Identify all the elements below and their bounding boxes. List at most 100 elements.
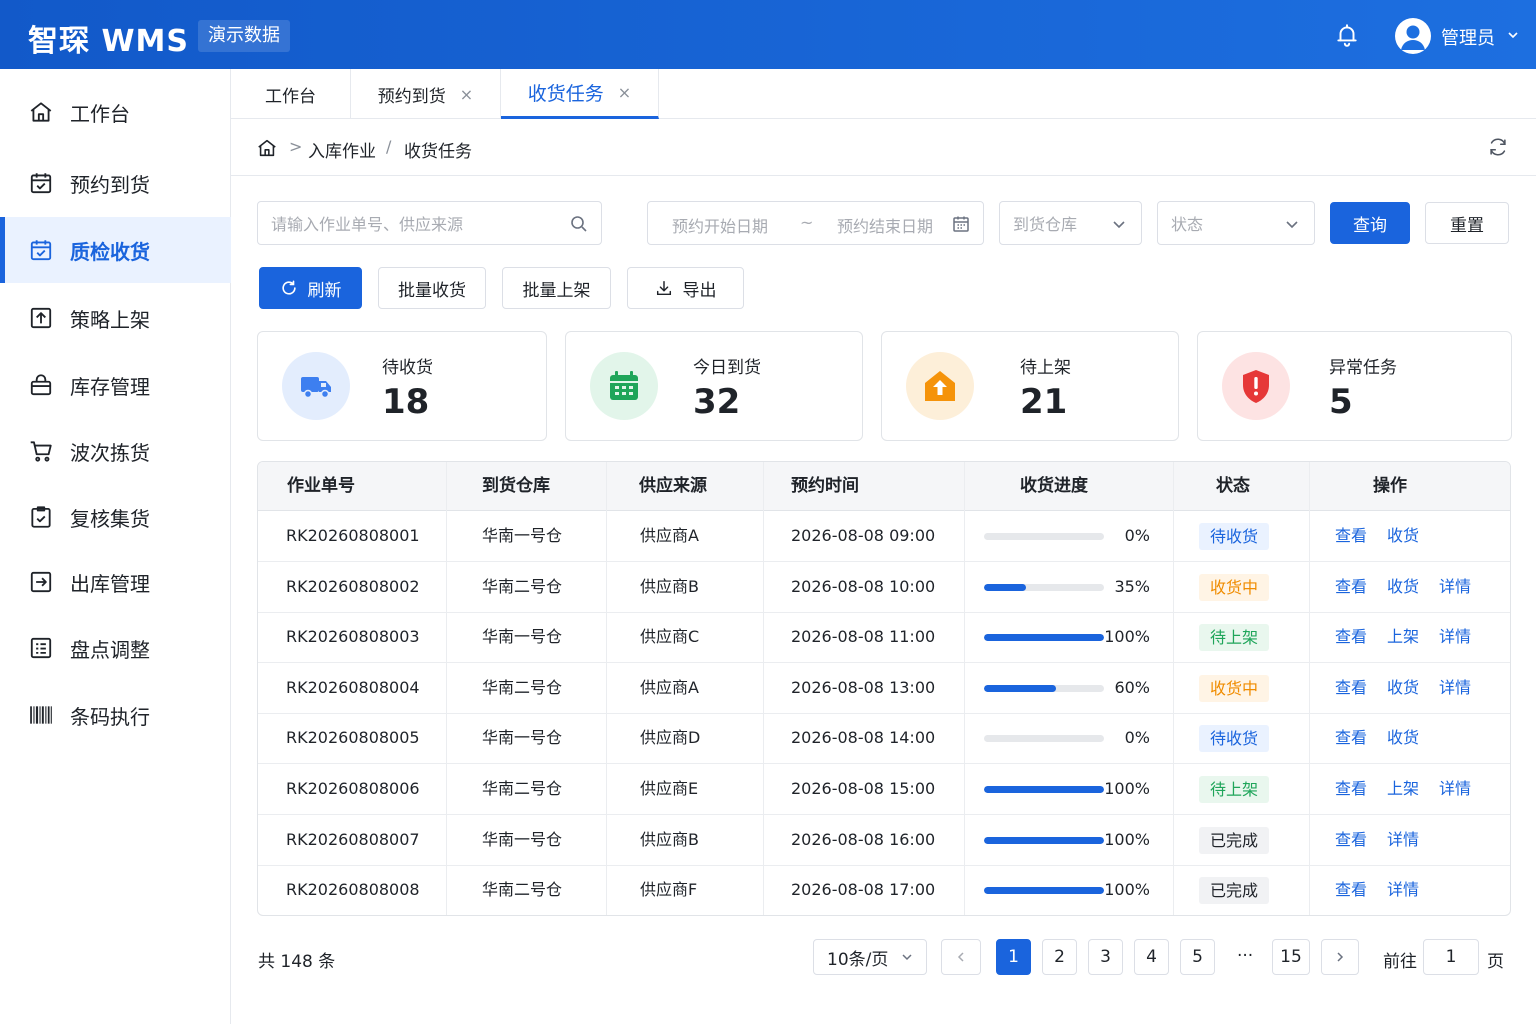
page-button-5[interactable]: 5 — [1180, 939, 1215, 975]
row-action-link[interactable]: 上架 — [1387, 612, 1419, 662]
stat-value: 5 — [1329, 382, 1353, 422]
page-button-3[interactable]: 3 — [1088, 939, 1123, 975]
tab-receiving-task[interactable]: 收货任务 × — [501, 69, 659, 119]
row-action-link[interactable]: 查看 — [1335, 562, 1367, 612]
page-button-4[interactable]: 4 — [1134, 939, 1169, 975]
brand-logo[interactable]: 智琛 WMS — [28, 16, 189, 60]
export-button[interactable]: 导出 — [627, 267, 744, 309]
row-action-link[interactable]: 查看 — [1335, 612, 1367, 662]
tab-appointment[interactable]: 预约到货 × — [351, 69, 501, 119]
page-ellipsis[interactable]: ··· — [1237, 946, 1253, 966]
row-action-link[interactable]: 收货 — [1387, 511, 1419, 561]
row-action-link[interactable]: 详情 — [1439, 764, 1471, 814]
page-size-select[interactable]: 10条/页 — [813, 939, 927, 975]
row-action-link[interactable]: 收货 — [1387, 663, 1419, 713]
column-header-warehouse[interactable]: 到货仓库 — [482, 462, 550, 511]
row-action-link[interactable]: 详情 — [1439, 663, 1471, 713]
status-badge: 待上架 — [1199, 624, 1270, 652]
row-action-link[interactable]: 收货 — [1387, 562, 1419, 612]
row-action-link[interactable]: 详情 — [1439, 562, 1471, 612]
tab-label: 预约到货 — [377, 86, 446, 107]
chevron-down-icon — [902, 954, 912, 961]
sidebar-item-outbound[interactable]: 出库管理 — [0, 549, 231, 615]
query-button[interactable]: 查询 — [1330, 202, 1410, 244]
user-name[interactable]: 管理员 — [1441, 24, 1495, 50]
close-icon[interactable]: × — [618, 83, 631, 102]
row-action-link[interactable]: 查看 — [1335, 713, 1367, 763]
column-header-status[interactable]: 状态 — [1216, 462, 1250, 511]
row-action-link[interactable]: 详情 — [1387, 865, 1419, 915]
tab-label: 工作台 — [265, 86, 316, 107]
column-header-order-no[interactable]: 作业单号 — [287, 462, 355, 511]
sidebar-item-stocktake[interactable]: 盘点调整 — [0, 615, 231, 681]
row-action-link[interactable]: 查看 — [1335, 511, 1367, 561]
sidebar-item-inventory[interactable]: 库存管理 — [0, 352, 231, 418]
row-action-link[interactable]: 查看 — [1335, 815, 1367, 865]
avatar[interactable] — [1395, 18, 1431, 54]
progress-percent: 100% — [1104, 829, 1150, 849]
batch-receive-button[interactable]: 批量收货 — [378, 267, 486, 309]
row-action-link[interactable]: 详情 — [1439, 612, 1471, 662]
prev-page-button[interactable] — [941, 939, 981, 975]
table-row[interactable]: RK20260808008 华南二号仓 供应商F 2026-08-08 17:00 10… — [258, 865, 1510, 915]
sidebar-item-putaway[interactable]: 策略上架 — [0, 285, 231, 351]
warehouse-select[interactable]: 到货仓库 — [999, 201, 1142, 245]
row-action-link[interactable]: 收货 — [1387, 713, 1419, 763]
table-row[interactable]: RK20260808007 华南一号仓 供应商B 2026-08-08 16:00 10… — [258, 815, 1510, 866]
chevron-down-icon[interactable] — [1506, 28, 1520, 42]
progress-bar — [984, 786, 1104, 793]
sidebar-item-workbench[interactable]: 工作台 — [0, 79, 231, 145]
cell-appointment-time: 2026-08-08 16:00 — [791, 829, 936, 849]
column-header-appointment-time[interactable]: 预约时间 — [791, 462, 859, 511]
table-row[interactable]: RK20260808005 华南一号仓 供应商D 2026-08-08 14:00 0%… — [258, 713, 1510, 765]
table-row[interactable]: RK20260808004 华南二号仓 供应商A 2026-08-08 13:00 60… — [258, 663, 1510, 714]
table-row[interactable]: RK20260808006 华南二号仓 供应商E 2026-08-08 15:00 10… — [258, 764, 1510, 815]
cell-warehouse: 华南一号仓 — [482, 627, 563, 647]
stat-card-exception[interactable]: 异常任务 5 — [1197, 331, 1512, 441]
row-action-link[interactable]: 查看 — [1335, 764, 1367, 814]
search-input[interactable]: 请输入作业单号、供应来源 — [257, 201, 602, 245]
page-button-last[interactable]: 15 — [1272, 939, 1310, 975]
column-header-progress[interactable]: 收货进度 — [1020, 462, 1088, 511]
refresh-button[interactable]: 刷新 — [259, 267, 362, 309]
reload-icon[interactable] — [1487, 136, 1509, 158]
sidebar-item-inspection[interactable]: 质检收货 — [0, 217, 231, 283]
page-button-1[interactable]: 1 — [996, 939, 1031, 975]
column-header-supplier[interactable]: 供应来源 — [639, 462, 707, 511]
home-icon[interactable] — [256, 137, 278, 159]
sidebar-item-wave-picking[interactable]: 波次拣货 — [0, 418, 231, 484]
next-page-button[interactable] — [1321, 939, 1359, 975]
stat-card-pending-shelve[interactable]: 待上架 21 — [881, 331, 1179, 441]
cell-warehouse: 华南一号仓 — [482, 829, 563, 849]
row-action-link[interactable]: 查看 — [1335, 865, 1367, 915]
status-select[interactable]: 状态 — [1157, 201, 1315, 245]
demo-data-tag: 演示数据 — [198, 20, 290, 52]
sidebar-item-appointment[interactable]: 预约到货 — [0, 150, 231, 216]
status-badge: 收货中 — [1199, 573, 1270, 601]
table-row[interactable]: RK20260808002 华南二号仓 供应商B 2026-08-08 10:00 35… — [258, 562, 1510, 613]
page-button-2[interactable]: 2 — [1042, 939, 1077, 975]
stat-card-today-arrival[interactable]: 今日到货 32 — [565, 331, 863, 441]
breadcrumb-item-inbound[interactable]: 入库作业 — [308, 137, 376, 162]
table-row[interactable]: RK20260808003 华南一号仓 供应商C 2026-08-08 11:00 10… — [258, 612, 1510, 664]
close-icon[interactable]: × — [460, 85, 473, 104]
goto-page-input[interactable]: 1 — [1423, 939, 1479, 975]
reset-button[interactable]: 重置 — [1425, 202, 1509, 244]
batch-shelve-button[interactable]: 批量上架 — [502, 267, 611, 309]
cell-appointment-time: 2026-08-08 11:00 — [791, 627, 936, 647]
barcode-icon — [30, 706, 52, 724]
bell-icon[interactable] — [1334, 22, 1360, 48]
cart-icon — [30, 441, 52, 462]
sidebar-item-review[interactable]: 复核集货 — [0, 484, 231, 550]
home-icon — [30, 102, 52, 122]
cell-appointment-time: 2026-08-08 13:00 — [791, 677, 936, 697]
sidebar-item-barcode[interactable]: 条码执行 — [0, 682, 231, 748]
query-button-label: 查询 — [1353, 215, 1387, 236]
tab-workbench[interactable]: 工作台 — [231, 69, 351, 119]
row-action-link[interactable]: 详情 — [1387, 815, 1419, 865]
stat-card-pending-receive[interactable]: 待收货 18 — [257, 331, 547, 441]
row-action-link[interactable]: 上架 — [1387, 764, 1419, 814]
row-action-link[interactable]: 查看 — [1335, 663, 1367, 713]
table-row[interactable]: RK20260808001 华南一号仓 供应商A 2026-08-08 09:00 0%… — [258, 511, 1510, 562]
date-range-picker[interactable]: 预约开始日期 ~ 预约结束日期 — [647, 201, 984, 245]
